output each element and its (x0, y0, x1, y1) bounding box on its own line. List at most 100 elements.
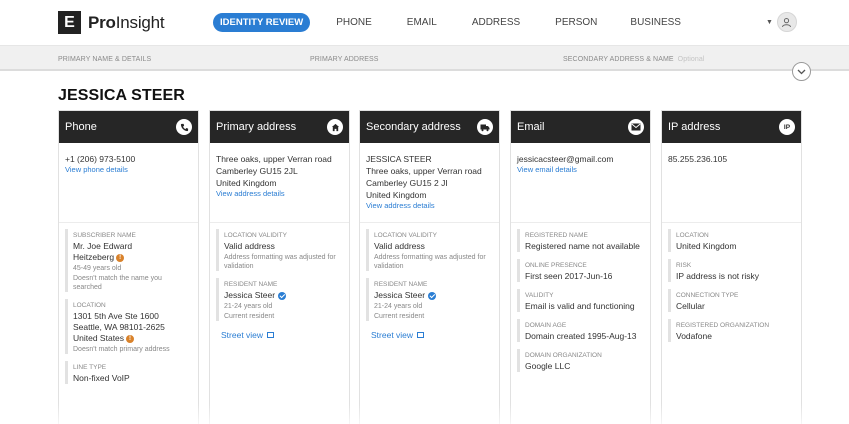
logo[interactable]: E ProInsight (58, 11, 165, 34)
email-validity-section: VALIDITY Email is valid and functioning (517, 289, 644, 312)
tab-identity-review[interactable]: IDENTITY REVIEW (213, 13, 311, 32)
ip-location-section: LOCATION United Kingdom (668, 229, 795, 252)
logo-mark: E (58, 11, 81, 34)
risk-label: RISK (676, 262, 692, 269)
online-presence-section: ONLINE PRESENCE First seen 2017-Jun-16 (517, 259, 644, 282)
card-title: Phone (65, 121, 97, 133)
view-address-details-link[interactable]: View address details (216, 189, 343, 199)
street-view-link[interactable]: Street view (216, 330, 343, 340)
subscriber-name-line1: Mr. Joe Edward (73, 241, 133, 251)
address-line1: Three oaks, upper Verran road (366, 166, 482, 176)
step-primary-name[interactable]: PRIMARY NAME & DETAILS (58, 56, 151, 63)
verified-icon (428, 291, 437, 300)
card-summary: +1 (206) 973-5100 View phone details (59, 143, 198, 223)
registered-org-label: REGISTERED ORGANIZATION (676, 322, 770, 329)
card-header: IP address IP (662, 111, 801, 143)
subscriber-age: 45-49 years old (73, 265, 122, 272)
resident-name-text: Jessica Steer (374, 290, 426, 300)
email-validity-label: VALIDITY (525, 292, 554, 299)
person-name: JESSICA STEER (58, 87, 185, 104)
external-link-icon (417, 332, 425, 338)
resident-status: Current resident (374, 313, 425, 320)
ip-address-card: IP address IP 85.255.236.105 LOCATION Un… (661, 110, 802, 424)
tab-email[interactable]: EMAIL (407, 17, 437, 28)
online-presence-value: First seen 2017-Jun-16 (525, 271, 613, 281)
domain-age-section: DOMAIN AGE Domain created 1995-Aug-13 (517, 319, 644, 342)
registered-org-section: REGISTERED ORGANIZATION Vodafone (668, 319, 795, 342)
card-details: LOCATION VALIDITY Valid address Address … (360, 223, 499, 340)
progress-steps: PRIMARY NAME & DETAILS PRIMARY ADDRESS S… (0, 46, 849, 71)
tab-phone[interactable]: PHONE (336, 17, 372, 28)
chevron-down-icon (797, 69, 806, 74)
step-secondary-address[interactable]: SECONDARY ADDRESS & NAME Optional (563, 56, 705, 63)
secondary-address-card: Secondary address JESSICA STEER Three oa… (359, 110, 500, 424)
collapse-button[interactable] (792, 62, 811, 81)
phone-icon (176, 119, 192, 135)
mail-icon (628, 119, 644, 135)
email-address: jessicacsteer@gmail.com (517, 154, 614, 164)
card-header: Email (511, 111, 650, 143)
location-line2: Seattle, WA 98101-2625 (73, 322, 165, 332)
step-secondary-label: SECONDARY ADDRESS & NAME (563, 56, 674, 63)
tab-business[interactable]: BUSINESS (630, 17, 681, 28)
step-primary-address[interactable]: PRIMARY ADDRESS (310, 56, 379, 63)
view-phone-details-link[interactable]: View phone details (65, 165, 192, 175)
address-line2: Camberley GU15 2JL (216, 166, 298, 176)
user-menu[interactable]: ▼ (766, 12, 797, 32)
subscriber-label: SUBSCRIBER NAME (73, 232, 136, 239)
caret-down-icon[interactable]: ▼ (766, 19, 773, 26)
avatar[interactable] (776, 12, 797, 32)
resident-name-text: Jessica Steer (224, 290, 276, 300)
external-link-icon (267, 332, 275, 338)
primary-address-card: Primary address Three oaks, upper Verran… (209, 110, 350, 424)
street-view-link[interactable]: Street view (366, 330, 493, 340)
location-line1: 1301 5th Ave Ste 1600 (73, 311, 159, 321)
line-type-section: LINE TYPE Non-fixed VoIP (65, 361, 192, 384)
home-icon (327, 119, 343, 135)
logo-text-bold: Pro (88, 12, 116, 32)
view-email-details-link[interactable]: View email details (517, 165, 644, 175)
tab-address[interactable]: ADDRESS (472, 17, 520, 28)
resident-section: RESIDENT NAME Jessica Steer 21-24 years … (366, 278, 493, 321)
warning-icon: ! (126, 334, 135, 343)
validity-section: LOCATION VALIDITY Valid address Address … (366, 229, 493, 271)
domain-org-label: DOMAIN ORGANIZATION (525, 352, 602, 359)
validity-note: Address formatting was adjusted for vali… (374, 254, 486, 270)
risk-value: IP address is not risky (676, 271, 759, 281)
card-summary: Three oaks, upper Verran road Camberley … (210, 143, 349, 223)
location-note: Doesn't match primary address (73, 346, 170, 353)
street-view-label: Street view (371, 330, 414, 340)
logo-text-rest: Insight (115, 12, 165, 32)
address-line2: Camberley GU15 2 JI (366, 178, 448, 188)
registered-name-value: Registered name not available (525, 241, 640, 251)
email-card: Email jessicacsteer@gmail.com View email… (510, 110, 651, 424)
domain-org-section: DOMAIN ORGANIZATION Google LLC (517, 349, 644, 372)
main-nav: IDENTITY REVIEW PHONE EMAIL ADDRESS PERS… (213, 13, 681, 32)
location-label: LOCATION (73, 302, 106, 309)
online-presence-label: ONLINE PRESENCE (525, 262, 587, 269)
location-line3: United States! (73, 333, 192, 344)
view-address-details-link[interactable]: View address details (366, 201, 493, 211)
address-line1: Three oaks, upper Verran road (216, 154, 332, 164)
resident-name: Jessica Steer (374, 290, 493, 301)
subscriber-section: SUBSCRIBER NAME Mr. Joe Edward Heitzeber… (65, 229, 192, 292)
line-type-value: Non-fixed VoIP (73, 373, 130, 383)
validity-label: LOCATION VALIDITY (374, 232, 437, 239)
address-name: JESSICA STEER (366, 154, 432, 164)
resident-label: RESIDENT NAME (224, 281, 278, 288)
card-header: Phone (59, 111, 198, 143)
card-details: REGISTERED NAME Registered name not avai… (511, 223, 650, 372)
validity-section: LOCATION VALIDITY Valid address Address … (216, 229, 343, 271)
ip-location-value: United Kingdom (676, 241, 737, 251)
verified-icon (278, 291, 287, 300)
registered-name-label: REGISTERED NAME (525, 232, 588, 239)
ip-value: 85.255.236.105 (668, 154, 728, 164)
email-validity-value: Email is valid and functioning (525, 301, 635, 311)
card-details: SUBSCRIBER NAME Mr. Joe Edward Heitzeber… (59, 223, 198, 384)
resident-age: 21-24 years old (224, 303, 273, 310)
domain-age-label: DOMAIN AGE (525, 322, 567, 329)
resident-label: RESIDENT NAME (374, 281, 428, 288)
card-header: Secondary address (360, 111, 499, 143)
tab-person[interactable]: PERSON (555, 17, 597, 28)
card-title: Email (517, 121, 545, 133)
